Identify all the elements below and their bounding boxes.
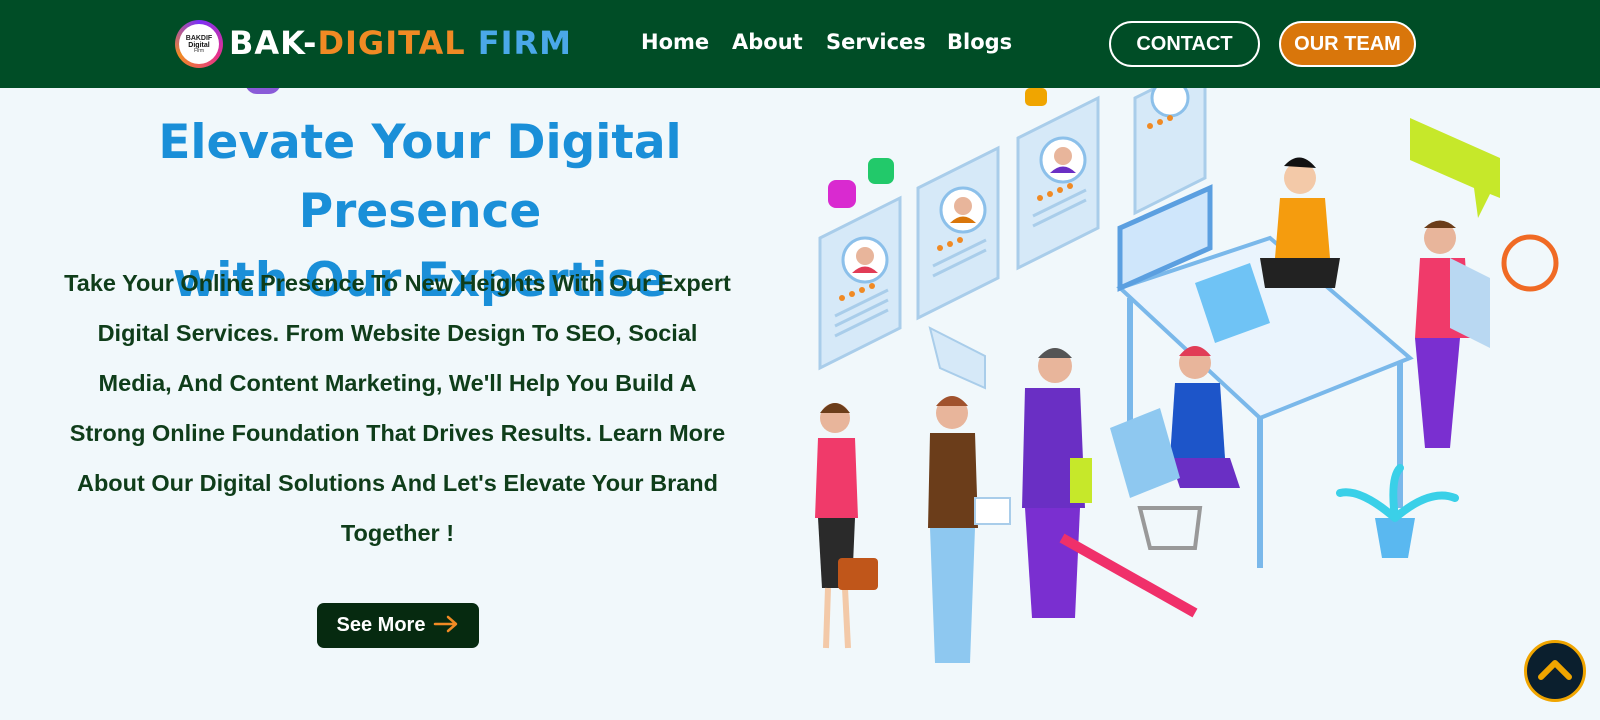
brand-part-2: DIGITAL <box>317 24 466 62</box>
arrow-right-icon <box>433 614 459 638</box>
logo-inner: BAKDIF Digital Firm <box>179 24 219 64</box>
see-more-button[interactable]: See More <box>317 603 479 648</box>
hero-title-line1: Elevate Your Digital Presence <box>158 115 682 239</box>
plant <box>1336 464 1459 558</box>
scroll-to-top-button[interactable] <box>1524 640 1586 702</box>
logo-line3: Firm <box>194 47 204 54</box>
see-more-label: See More <box>336 614 426 636</box>
hero-description: Take Your Online Presence To New Heights… <box>64 270 731 546</box>
nav-link-services[interactable]: Services <box>826 30 926 54</box>
nav-link-blogs[interactable]: Blogs <box>947 30 1012 54</box>
our-team-button[interactable]: OUR TEAM <box>1279 21 1416 67</box>
person-orange <box>1260 157 1340 288</box>
nav-link-about[interactable]: About <box>732 30 803 54</box>
nav-link-home[interactable]: Home <box>641 30 709 54</box>
team-meeting-illustration <box>815 88 1559 663</box>
contact-button[interactable]: CONTACT <box>1109 21 1260 67</box>
logo-badge[interactable]: BAKDIF Digital Firm <box>175 20 223 68</box>
brand-part-3: FIRM <box>465 24 572 62</box>
desk <box>1116 184 1414 568</box>
brand-name[interactable]: BAK-DIGITAL FIRM <box>229 24 572 62</box>
person-man-brown <box>928 396 1011 663</box>
logo-line1: BAKDIF <box>185 34 213 42</box>
brand-part-1: BAK- <box>229 24 318 62</box>
chevron-up-icon <box>1537 657 1573 686</box>
person-man-purple <box>1022 348 1198 618</box>
top-navbar: BAKDIF Digital Firm BAK-DIGITAL FIRM Hom… <box>0 0 1600 88</box>
person-woman-standing <box>815 403 878 649</box>
person-pink <box>1415 220 1470 448</box>
